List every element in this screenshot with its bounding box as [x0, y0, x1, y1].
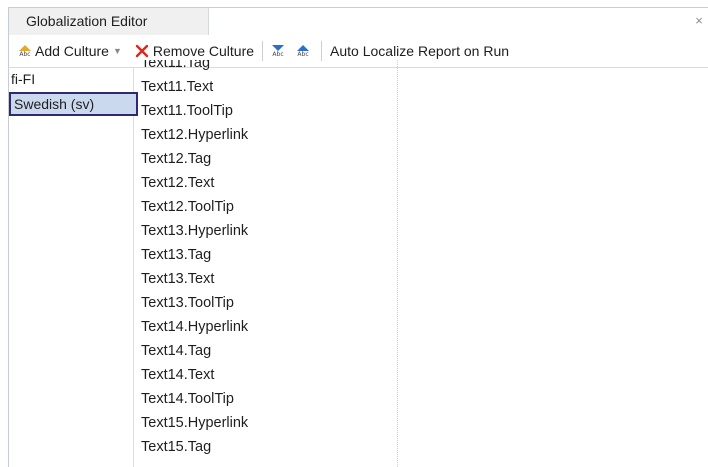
list-item[interactable]: Text13.Tag — [134, 243, 397, 267]
list-item[interactable]: Text13.Hyperlink — [134, 219, 397, 243]
culture-list: fi-FI Swedish (sv) — [8, 68, 138, 467]
toolbar-separator — [321, 41, 323, 61]
add-culture-button[interactable]: Abc Add Culture ▼ — [16, 39, 132, 63]
list-item[interactable]: Text14.Tag — [134, 339, 397, 363]
editor-title: Globalization Editor — [9, 8, 209, 35]
auto-localize-label: Auto Localize Report on Run — [330, 43, 510, 59]
list-item[interactable]: Text11.Text — [134, 75, 397, 99]
list-item[interactable]: Text12.ToolTip — [134, 195, 397, 219]
list-item[interactable]: Text15.Hyperlink — [134, 411, 397, 435]
remove-culture-label: Remove Culture — [152, 43, 255, 59]
move-up-icon: Abc — [296, 44, 310, 58]
culture-item-selected[interactable]: Swedish (sv) — [9, 92, 138, 116]
chevron-down-icon[interactable]: ▼ — [113, 46, 122, 56]
close-icon[interactable]: × — [692, 14, 706, 28]
list-item[interactable]: Text12.Text — [134, 171, 397, 195]
remove-x-icon — [135, 44, 149, 58]
list-item[interactable]: Text14.Text — [134, 363, 397, 387]
list-item[interactable]: Text15.Tag — [134, 435, 397, 459]
list-item[interactable]: Text11.ToolTip — [134, 99, 397, 123]
move-down-icon: Abc — [271, 44, 285, 58]
list-item[interactable]: Text13.Text — [134, 267, 397, 291]
list-item[interactable]: Text14.Hyperlink — [134, 315, 397, 339]
culture-item[interactable]: fi-FI — [9, 68, 133, 92]
add-culture-icon: Abc — [18, 44, 32, 58]
list-item[interactable]: Text13.ToolTip — [134, 291, 397, 315]
toolbar-separator — [262, 41, 264, 61]
list-item[interactable]: Text12.Hyperlink — [134, 123, 397, 147]
editor-title-bar: Globalization Editor × — [8, 7, 708, 35]
resource-list: Text11.Tag Text11.Text Text11.ToolTip Te… — [134, 60, 398, 467]
list-item[interactable]: Text14.ToolTip — [134, 387, 397, 411]
list-item[interactable]: Text12.Tag — [134, 147, 397, 171]
add-culture-label: Add Culture — [35, 43, 109, 59]
list-item[interactable]: Text11.Tag — [134, 60, 397, 75]
